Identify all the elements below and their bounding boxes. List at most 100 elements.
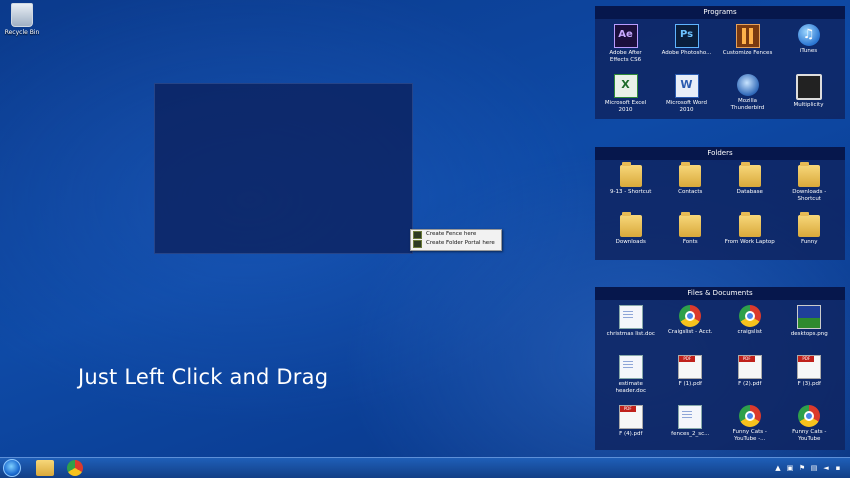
item-label: Contacts bbox=[678, 189, 703, 195]
word-doc-icon bbox=[678, 405, 703, 429]
start-button[interactable] bbox=[3, 459, 21, 477]
word-icon: W bbox=[674, 74, 699, 98]
file-item[interactable]: desktops.png bbox=[784, 303, 834, 353]
fence-menu-icon bbox=[413, 230, 422, 239]
item-label: Funny Cats - YouTube -... bbox=[732, 429, 767, 442]
item-label: Multiplicity bbox=[793, 102, 824, 108]
chrome-taskbar-icon[interactable] bbox=[67, 460, 83, 476]
folder-icon bbox=[738, 212, 761, 237]
folder-item[interactable]: 9-13 - Shortcut bbox=[606, 162, 656, 213]
item-label: Craigslist - Acct. bbox=[667, 329, 713, 335]
file-item[interactable]: estimate header.doc bbox=[606, 353, 656, 403]
flag-icon[interactable]: ⚑ bbox=[798, 464, 806, 472]
folder-item[interactable]: Downloads - Shortcut bbox=[784, 162, 834, 213]
menu-item-label: Create Fence here bbox=[426, 231, 477, 237]
fences-icon bbox=[735, 24, 760, 48]
recycle-bin-icon bbox=[11, 3, 33, 27]
program-itunes[interactable]: ♫ iTunes bbox=[784, 22, 834, 72]
folder-item[interactable]: From Work Laptop bbox=[724, 212, 775, 263]
file-item[interactable]: F (3).pdf bbox=[784, 353, 834, 403]
fence-title[interactable]: Files & Documents bbox=[595, 287, 845, 300]
file-item[interactable]: fences_2_sc... bbox=[665, 403, 715, 453]
item-label: Mozilla Thunderbird bbox=[730, 98, 765, 111]
item-label: Downloads - Shortcut bbox=[792, 189, 827, 202]
folder-portal-menu-icon bbox=[413, 239, 422, 248]
file-item[interactable]: Funny Cats - YouTube bbox=[784, 403, 834, 453]
pdf-icon bbox=[678, 355, 703, 379]
item-label: From Work Laptop bbox=[724, 239, 775, 245]
up-arrow-icon[interactable]: ▲ bbox=[774, 464, 782, 472]
fence-folders[interactable]: Folders 9-13 - Shortcut Contacts Databas… bbox=[595, 147, 845, 260]
after-effects-icon: Ae bbox=[613, 24, 638, 48]
item-label: Fonts bbox=[682, 239, 698, 245]
item-label: Adobe After Effects CS6 bbox=[609, 50, 642, 63]
chrome-icon bbox=[679, 305, 702, 327]
folder-item[interactable]: Contacts bbox=[665, 162, 715, 213]
item-label: Microsoft Word 2010 bbox=[666, 100, 707, 113]
item-label: Funny Cats - YouTube bbox=[792, 429, 827, 442]
program-after-effects[interactable]: Ae Adobe After Effects CS6 bbox=[601, 22, 651, 72]
image-icon bbox=[797, 305, 822, 329]
file-item[interactable]: F (2).pdf bbox=[725, 353, 775, 403]
file-item[interactable]: F (4).pdf bbox=[606, 403, 656, 453]
program-multiplicity[interactable]: Multiplicity bbox=[784, 72, 834, 122]
folder-item[interactable]: Downloads bbox=[606, 212, 656, 263]
file-item[interactable]: christmas list.doc bbox=[606, 303, 656, 353]
tutorial-caption: Just Left Click and Drag bbox=[78, 365, 329, 389]
thunderbird-icon bbox=[736, 74, 759, 96]
item-label: desktops.png bbox=[790, 331, 828, 337]
item-label: Customize Fences bbox=[722, 50, 773, 56]
pdf-icon bbox=[618, 405, 643, 429]
item-label: estimate header.doc bbox=[615, 381, 647, 394]
recycle-bin-label: Recycle Bin bbox=[4, 29, 40, 36]
file-item[interactable]: F (1).pdf bbox=[665, 353, 715, 403]
item-label: iTunes bbox=[799, 48, 818, 54]
system-tray: ▲ ▣ ⚑ ▤ ◄ ▪ bbox=[774, 464, 842, 472]
drag-selection-area bbox=[154, 83, 413, 254]
fence-title[interactable]: Programs bbox=[595, 6, 845, 19]
monitor-icon[interactable]: ▣ bbox=[786, 464, 794, 472]
program-excel[interactable]: X Microsoft Excel 2010 bbox=[601, 72, 651, 122]
word-doc-icon bbox=[618, 305, 643, 329]
fence-files-documents[interactable]: Files & Documents christmas list.doc Cra… bbox=[595, 287, 845, 450]
folder-item[interactable]: Fonts bbox=[665, 212, 715, 263]
chrome-icon bbox=[738, 305, 761, 327]
folder-item[interactable]: Database bbox=[725, 162, 775, 213]
folder-shortcut-icon bbox=[798, 162, 821, 187]
excel-icon: X bbox=[613, 74, 638, 98]
item-label: fences_2_sc... bbox=[671, 431, 710, 437]
chrome-icon bbox=[738, 405, 761, 427]
menu-item-create-folder-portal[interactable]: Create Folder Portal here bbox=[411, 239, 501, 248]
folder-icon bbox=[679, 212, 702, 237]
itunes-icon: ♫ bbox=[797, 24, 820, 46]
file-item[interactable]: Craigslist - Acct. bbox=[665, 303, 715, 353]
menu-item-create-fence[interactable]: Create Fence here bbox=[411, 230, 501, 239]
program-word[interactable]: W Microsoft Word 2010 bbox=[662, 72, 712, 122]
photoshop-icon: Ps bbox=[674, 24, 699, 48]
item-label: F (4).pdf bbox=[619, 431, 643, 437]
fence-programs[interactable]: Programs Ae Adobe After Effects CS6 Ps A… bbox=[595, 6, 845, 119]
explorer-taskbar-icon[interactable] bbox=[36, 460, 54, 476]
folder-icon bbox=[798, 212, 821, 237]
recycle-bin[interactable]: Recycle Bin bbox=[0, 3, 44, 36]
folder-icon bbox=[679, 162, 702, 187]
item-label: Downloads bbox=[615, 239, 646, 245]
multiplicity-icon bbox=[795, 74, 822, 100]
program-customize-fences[interactable]: Customize Fences bbox=[723, 22, 773, 72]
item-label: 9-13 - Shortcut bbox=[610, 189, 652, 195]
folder-item[interactable]: Funny bbox=[784, 212, 834, 263]
volume-icon[interactable]: ◄ bbox=[822, 464, 830, 472]
program-photoshop[interactable]: Ps Adobe Photosho... bbox=[662, 22, 712, 72]
show-desktop-icon[interactable]: ▪ bbox=[834, 464, 842, 472]
word-doc-icon bbox=[618, 355, 643, 379]
menu-item-label: Create Folder Portal here bbox=[426, 240, 495, 246]
item-label: Adobe Photosho... bbox=[661, 50, 712, 56]
network-icon[interactable]: ▤ bbox=[810, 464, 818, 472]
file-item[interactable]: craigslist bbox=[725, 303, 775, 353]
pdf-icon bbox=[797, 355, 822, 379]
item-label: F (1).pdf bbox=[678, 381, 702, 387]
taskbar: ▲ ▣ ⚑ ▤ ◄ ▪ bbox=[0, 457, 850, 478]
program-thunderbird[interactable]: Mozilla Thunderbird bbox=[723, 72, 773, 122]
file-item[interactable]: Funny Cats - YouTube -... bbox=[725, 403, 775, 453]
fence-title[interactable]: Folders bbox=[595, 147, 845, 160]
